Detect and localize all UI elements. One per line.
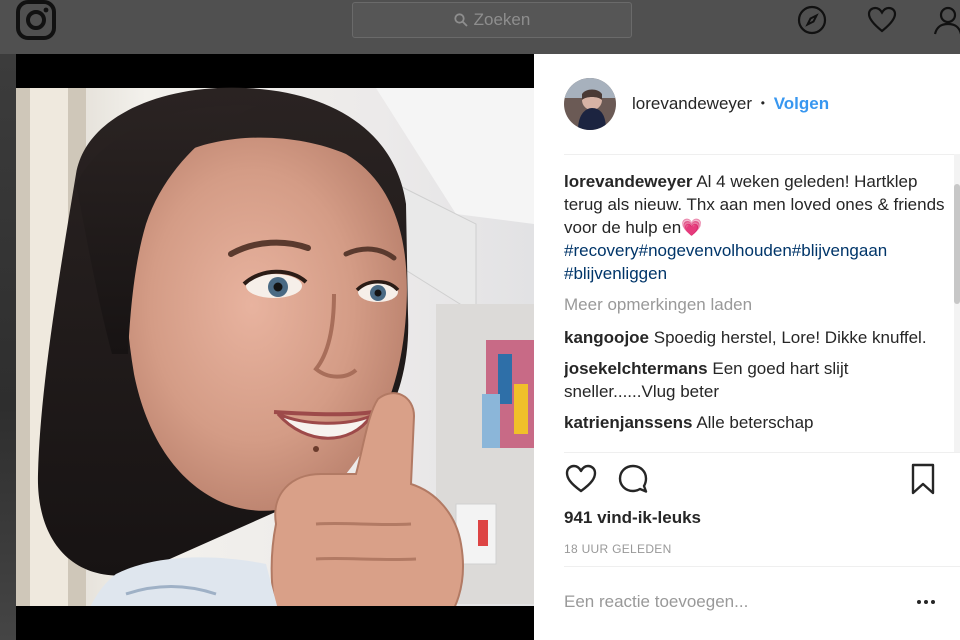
divider xyxy=(564,566,960,567)
compass-icon[interactable] xyxy=(796,4,828,36)
bookmark-icon[interactable] xyxy=(906,462,940,496)
selfie-photo xyxy=(16,54,534,640)
comment-text: Alle beterschap xyxy=(696,413,814,432)
likes-count[interactable]: 941 vind-ik-leuks xyxy=(564,508,701,528)
instagram-logo-icon[interactable] xyxy=(16,0,56,40)
comment-username[interactable]: josekelchtermans xyxy=(564,359,708,378)
post-photo[interactable] xyxy=(16,54,534,640)
comment-text: Spoedig herstel, Lore! Dikke knuffel. xyxy=(653,328,927,347)
more-options-icon[interactable] xyxy=(914,590,938,614)
divider xyxy=(564,154,960,155)
comments-scrollbar[interactable] xyxy=(954,154,960,452)
post-timestamp[interactable]: 18 UUR GELEDEN xyxy=(564,542,672,556)
add-comment-input[interactable] xyxy=(564,582,894,622)
more-dot xyxy=(924,600,928,604)
more-dot xyxy=(917,600,921,604)
post-actions xyxy=(564,462,944,498)
comment-bubble-icon[interactable] xyxy=(616,462,650,496)
avatar-image xyxy=(564,78,616,130)
search-icon xyxy=(454,13,468,27)
comment-username[interactable]: kangoojoe xyxy=(564,328,649,347)
more-dot xyxy=(931,600,935,604)
heart-icon[interactable] xyxy=(866,4,898,36)
comment-username[interactable]: katrienjanssens xyxy=(564,413,693,432)
comment-item: katrienjanssens Alle beterschap xyxy=(564,411,954,434)
load-more-comments-button[interactable]: Meer opmerkingen laden xyxy=(564,293,954,316)
search-input[interactable]: Zoeken xyxy=(352,2,632,38)
divider xyxy=(564,452,960,453)
scrollbar-thumb[interactable] xyxy=(954,184,960,304)
search-placeholder: Zoeken xyxy=(473,10,531,29)
top-navigation-bar: Zoeken xyxy=(0,0,960,54)
post-detail-panel: lorevandeweyer • Volgen lorevandeweyer A… xyxy=(534,54,960,640)
post-caption: lorevandeweyer Al 4 weken geleden! Hartk… xyxy=(564,170,954,285)
comments-list: lorevandeweyer Al 4 weken geleden! Hartk… xyxy=(564,170,954,452)
comment-item: josekelchtermans Een goed hart slijt sne… xyxy=(564,357,954,403)
caption-hashtags[interactable]: #recovery#nogevenvolhouden#blijvengaan #… xyxy=(564,241,887,283)
comment-item: kangoojoe Spoedig herstel, Lore! Dikke k… xyxy=(564,326,954,349)
caption-username[interactable]: lorevandeweyer xyxy=(564,172,693,191)
follow-button[interactable]: Volgen xyxy=(774,94,829,113)
avatar[interactable] xyxy=(564,78,616,130)
header-username-row: lorevandeweyer • Volgen xyxy=(632,94,829,114)
like-heart-icon[interactable] xyxy=(564,462,598,496)
background-feed-left xyxy=(0,54,16,640)
username-link[interactable]: lorevandeweyer xyxy=(632,94,752,113)
post-header: lorevandeweyer • Volgen xyxy=(534,54,960,154)
separator-dot: • xyxy=(760,96,765,110)
profile-icon[interactable] xyxy=(932,4,960,36)
